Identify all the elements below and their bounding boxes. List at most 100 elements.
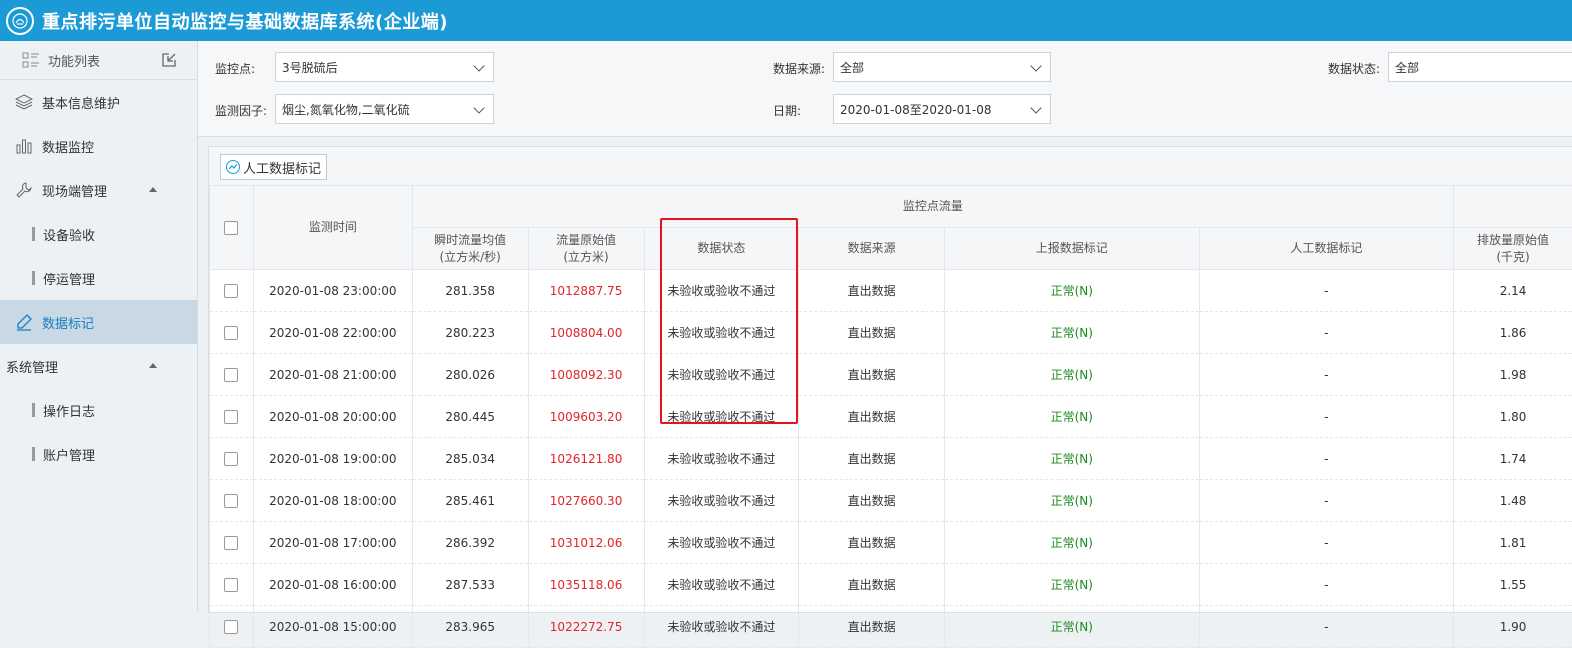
header-inst-flow[interactable]: 瞬时流量均值(立方米/秒) [412, 228, 528, 270]
submenu-shutdown-management[interactable]: 停运管理 [0, 256, 197, 300]
menu-label: 基本信息维护 [42, 93, 120, 112]
monitor-point-label: 监控点: [215, 60, 255, 77]
row-checkbox-cell [210, 480, 254, 522]
cell-source: 直出数据 [799, 606, 945, 648]
cell-report-mark: 正常(N) [945, 564, 1200, 606]
row-checkbox[interactable] [224, 620, 238, 634]
row-checkbox-cell [210, 606, 254, 648]
chevron-down-icon [473, 102, 484, 113]
submenu-account-management[interactable]: 账户管理 [0, 432, 197, 476]
date-label: 日期: [773, 102, 801, 119]
cell-time: 2020-01-08 18:00:00 [253, 480, 412, 522]
table-row[interactable]: 2020-01-08 16:00:00287.5331035118.06未验收或… [210, 564, 1572, 606]
cell-inst-flow: 285.461 [412, 480, 528, 522]
pen-icon [14, 312, 34, 332]
factor-select[interactable]: 烟尘,氮氧化物,二氧化硫 [275, 94, 494, 124]
data-source-select[interactable]: 全部 [833, 52, 1051, 82]
row-checkbox-cell [210, 354, 254, 396]
cell-emission-raw: 2.14 [1454, 270, 1572, 312]
row-checkbox[interactable] [224, 410, 238, 424]
cell-manual-mark: - [1199, 564, 1454, 606]
table-row[interactable]: 2020-01-08 15:00:00283.9651022272.75未验收或… [210, 606, 1572, 648]
row-checkbox[interactable] [224, 326, 238, 340]
row-checkbox-cell [210, 270, 254, 312]
row-checkbox[interactable] [224, 452, 238, 466]
menu-label: 操作日志 [43, 401, 95, 420]
table-row[interactable]: 2020-01-08 22:00:00280.2231008804.00未验收或… [210, 312, 1572, 354]
cell-status: 未验收或验收不通过 [644, 354, 799, 396]
table-row[interactable]: 2020-01-08 21:00:00280.0261008092.30未验收或… [210, 354, 1572, 396]
cell-raw-flow: 1012887.75 [528, 270, 644, 312]
layers-icon [14, 92, 34, 112]
menu-data-marking[interactable]: 数据标记 [0, 300, 197, 344]
logo-icon [6, 7, 34, 35]
cell-report-mark: 正常(N) [945, 312, 1200, 354]
cell-time: 2020-01-08 22:00:00 [253, 312, 412, 354]
header-report-mark[interactable]: 上报数据标记 [945, 228, 1200, 270]
submenu-equipment-acceptance[interactable]: 设备验收 [0, 212, 197, 256]
chevron-down-icon [473, 60, 484, 71]
cell-source: 直出数据 [799, 270, 945, 312]
header-filler [1454, 186, 1572, 228]
cell-emission-raw: 1.48 [1454, 480, 1572, 522]
manual-mark-button[interactable]: 人工数据标记 [220, 154, 327, 180]
cell-report-mark: 正常(N) [945, 396, 1200, 438]
cell-source: 直出数据 [799, 396, 945, 438]
data-status-select[interactable]: 全部 [1388, 52, 1572, 82]
submenu-operation-log[interactable]: 操作日志 [0, 388, 197, 432]
cell-emission-raw: 1.86 [1454, 312, 1572, 354]
sidebar: 功能列表 基本信息维护 数据监控 现场端管理 设备验收 停运管理 数据标记 系统… [0, 41, 198, 611]
select-all-cell [210, 186, 254, 270]
menu-site-management[interactable]: 现场端管理 [0, 168, 197, 212]
cell-status: 未验收或验收不通过 [644, 606, 799, 648]
cell-report-mark: 正常(N) [945, 606, 1200, 648]
data-table: 监测时间 监控点流量 瞬时流量均值(立方米/秒) 流量原始值(立方米) 数据状态… [209, 185, 1572, 648]
header-manual-mark[interactable]: 人工数据标记 [1199, 228, 1454, 270]
menu-data-monitor[interactable]: 数据监控 [0, 124, 197, 168]
cell-time: 2020-01-08 23:00:00 [253, 270, 412, 312]
header-raw-flow[interactable]: 流量原始值(立方米) [528, 228, 644, 270]
data-source-label: 数据来源: [773, 60, 825, 77]
cell-status: 未验收或验收不通过 [644, 270, 799, 312]
cell-time: 2020-01-08 21:00:00 [253, 354, 412, 396]
cell-inst-flow: 281.358 [412, 270, 528, 312]
row-checkbox[interactable] [224, 536, 238, 550]
table-row[interactable]: 2020-01-08 19:00:00285.0341026121.80未验收或… [210, 438, 1572, 480]
data-panel: 人工数据标记 监测时间 监控点流量 瞬时流量均值(立方米/秒) 流量原始值(立方… [208, 146, 1572, 613]
header-time[interactable]: 监测时间 [253, 186, 412, 270]
collapse-expand-icon[interactable] [161, 52, 177, 68]
table-row[interactable]: 2020-01-08 20:00:00280.4451009603.20未验收或… [210, 396, 1572, 438]
cell-inst-flow: 285.034 [412, 438, 528, 480]
cell-inst-flow: 280.026 [412, 354, 528, 396]
cell-emission-raw: 1.98 [1454, 354, 1572, 396]
cell-source: 直出数据 [799, 480, 945, 522]
app-header: 重点排污单位自动监控与基础数据库系统(企业端) [0, 0, 1572, 41]
collapse-arrow-icon[interactable] [149, 363, 157, 368]
date-select[interactable]: 2020-01-08至2020-01-08 [833, 94, 1051, 124]
header-status[interactable]: 数据状态 [644, 228, 799, 270]
table-row[interactable]: 2020-01-08 17:00:00286.3921031012.06未验收或… [210, 522, 1572, 564]
monitor-point-select[interactable]: 3号脱硫后 [275, 52, 494, 82]
collapse-arrow-icon[interactable] [149, 187, 157, 192]
cell-report-mark: 正常(N) [945, 438, 1200, 480]
header-source[interactable]: 数据来源 [799, 228, 945, 270]
cell-inst-flow: 280.223 [412, 312, 528, 354]
cell-raw-flow: 1031012.06 [528, 522, 644, 564]
cell-time: 2020-01-08 20:00:00 [253, 396, 412, 438]
cell-raw-flow: 1008804.00 [528, 312, 644, 354]
select-all-checkbox[interactable] [224, 221, 238, 235]
menu-system-management[interactable]: 系统管理 [0, 344, 197, 388]
menu-label: 设备验收 [43, 225, 95, 244]
row-checkbox[interactable] [224, 368, 238, 382]
menu-basic-info[interactable]: 基本信息维护 [0, 80, 197, 124]
table-row[interactable]: 2020-01-08 18:00:00285.4611027660.30未验收或… [210, 480, 1572, 522]
row-checkbox[interactable] [224, 284, 238, 298]
table-row[interactable]: 2020-01-08 23:00:00281.3581012887.75未验收或… [210, 270, 1572, 312]
cell-manual-mark: - [1199, 354, 1454, 396]
cell-emission-raw: 1.81 [1454, 522, 1572, 564]
header-emission-raw[interactable]: 排放量原始值(千克) [1454, 228, 1572, 270]
cell-inst-flow: 286.392 [412, 522, 528, 564]
row-checkbox[interactable] [224, 494, 238, 508]
cell-raw-flow: 1008092.30 [528, 354, 644, 396]
row-checkbox[interactable] [224, 578, 238, 592]
